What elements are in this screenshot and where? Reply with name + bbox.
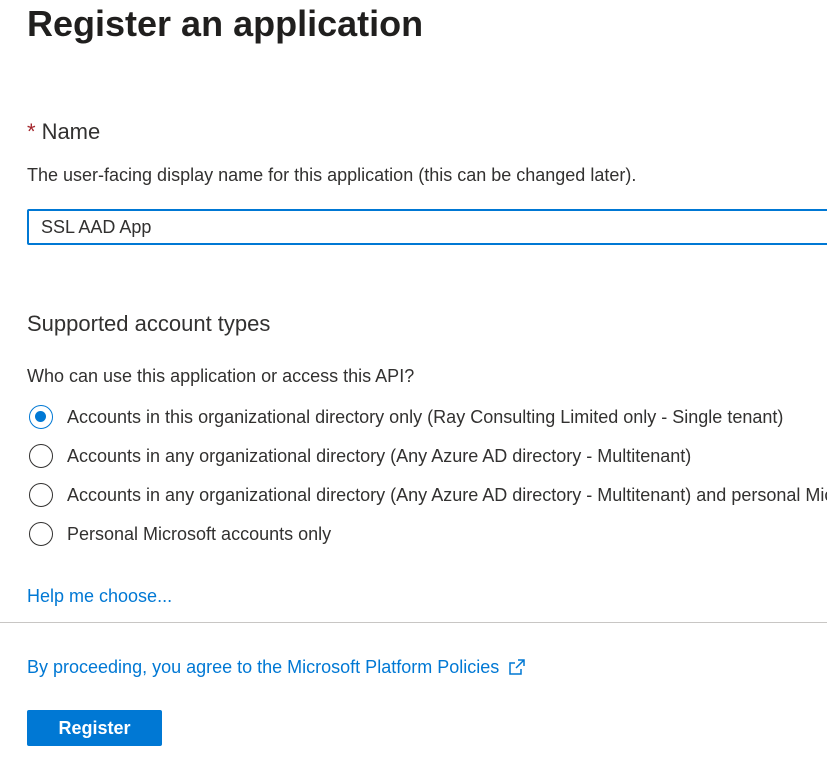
external-link-icon[interactable] (507, 657, 527, 677)
name-input[interactable] (27, 209, 827, 245)
radio-button[interactable] (29, 444, 53, 468)
page-title: Register an application (27, 3, 424, 44)
radio-label: Accounts in this organizational director… (67, 407, 784, 427)
account-types-question: Who can use this application or access t… (27, 366, 415, 386)
radio-option-multitenant[interactable]: Accounts in any organizational directory… (29, 442, 691, 470)
radio-button[interactable] (29, 522, 53, 546)
radio-button[interactable] (29, 483, 53, 507)
radio-option-multitenant-personal[interactable]: Accounts in any organizational directory… (29, 481, 827, 509)
name-field-label: * Name (27, 118, 100, 146)
required-marker: * (27, 119, 36, 144)
account-types-title: Supported account types (27, 311, 271, 336)
register-button[interactable]: Register (27, 710, 162, 746)
platform-policies-link[interactable]: By proceeding, you agree to the Microsof… (27, 655, 499, 679)
radio-label: Personal Microsoft accounts only (67, 524, 332, 544)
help-me-choose-link[interactable]: Help me choose... (27, 584, 172, 608)
register-app-page: Register an application * Name The user-f… (0, 0, 827, 758)
radio-label: Accounts in any organizational directory… (67, 485, 827, 505)
radio-label: Accounts in any organizational directory… (67, 446, 692, 466)
radio-option-personal-only[interactable]: Personal Microsoft accounts only (29, 520, 331, 548)
name-field-description: The user-facing display name for this ap… (27, 165, 637, 185)
name-label-text: Name (41, 119, 101, 144)
divider (0, 622, 827, 623)
radio-option-single-tenant[interactable]: Accounts in this organizational director… (29, 403, 783, 431)
radio-button-selected[interactable] (29, 405, 53, 429)
policy-row: By proceeding, you agree to the Microsof… (27, 655, 527, 679)
